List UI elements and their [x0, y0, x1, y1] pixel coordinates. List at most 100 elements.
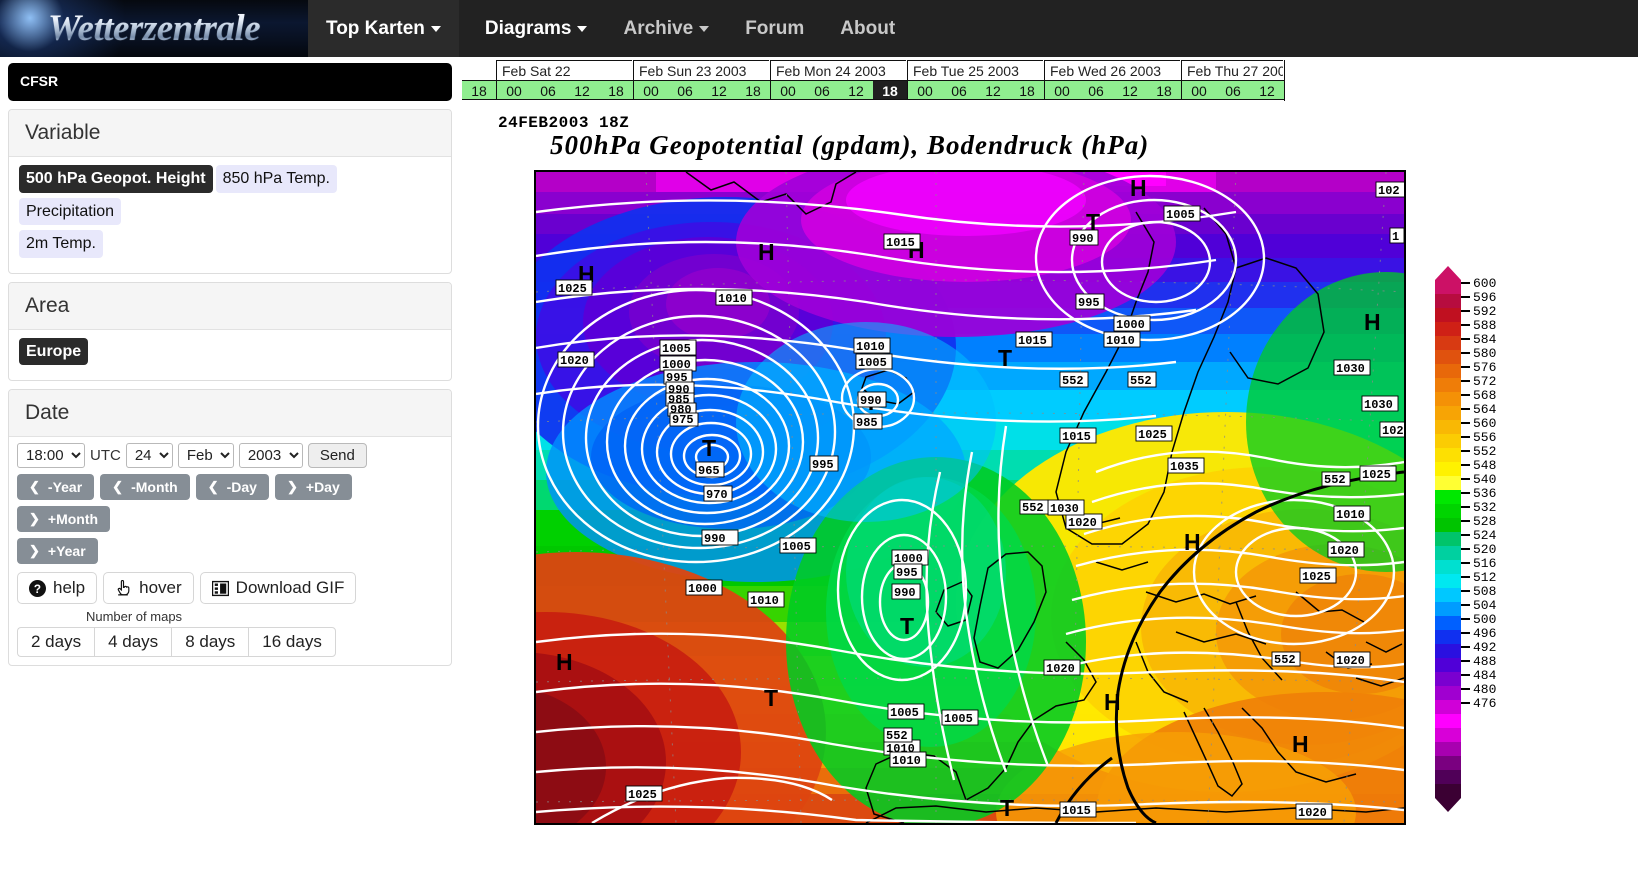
- month-select[interactable]: Feb: [177, 443, 234, 469]
- colorbar-tick: [1461, 576, 1470, 578]
- colorbar-tick-label: 552: [1473, 444, 1497, 459]
- svg-text:552: 552: [1274, 653, 1296, 667]
- colorbar-cell: [1435, 378, 1461, 392]
- svg-text:1015: 1015: [1018, 334, 1047, 348]
- maps-option-2-days[interactable]: 2 days: [17, 627, 95, 658]
- timeline-hour-cell[interactable]: 18: [736, 80, 770, 100]
- colorbar-cell: [1435, 644, 1461, 658]
- colorbar-tick-label: 484: [1473, 668, 1497, 683]
- nav-item-label: Diagrams: [484, 17, 572, 39]
- svg-text:1020: 1020: [1330, 544, 1359, 558]
- timeline-hour-cell[interactable]: 06: [1079, 80, 1113, 100]
- timeline-hour-cell[interactable]: 12: [976, 80, 1010, 100]
- low-marker: T: [900, 613, 914, 639]
- area-heading: Area: [9, 282, 451, 330]
- timeline-hour-cell[interactable]: 00: [1045, 80, 1079, 100]
- timeline-hour-cell[interactable]: 18: [599, 80, 633, 100]
- timeline-hour-cell[interactable]: 00: [497, 80, 531, 100]
- timeline-hour-cell[interactable]: 12: [1113, 80, 1147, 100]
- question-circle-icon: ?: [29, 579, 46, 597]
- weather-map-image[interactable]: H H H H H H H H H T T T T T T T 1025 102…: [534, 170, 1406, 825]
- plus-day-button[interactable]: ❯ +Day: [274, 474, 352, 501]
- high-marker: H: [1292, 731, 1309, 757]
- colorbar-tick: [1461, 520, 1470, 522]
- svg-text:1015: 1015: [886, 236, 915, 250]
- colorbar-tick: [1461, 352, 1470, 354]
- send-button[interactable]: Send: [307, 443, 367, 469]
- chevron-right-icon: ❯: [29, 511, 40, 527]
- nav-item-diagrams[interactable]: Diagrams: [467, 0, 606, 57]
- timeline-hour-cell-selected[interactable]: 18: [873, 80, 907, 100]
- site-logo[interactable]: Wetterzentrale: [0, 0, 308, 57]
- colorbar-tick-label: 496: [1473, 626, 1497, 641]
- plus-month-button[interactable]: ❯ +Month: [17, 506, 111, 533]
- map-graphic: H H H H H H H H H T T T T T T T 1025 102…: [536, 172, 1404, 823]
- colorbar-cell: [1435, 588, 1461, 602]
- svg-text:552: 552: [886, 729, 908, 743]
- nav-item-top-karten[interactable]: Top Karten: [308, 0, 459, 57]
- maps-option-16-days[interactable]: 16 days: [248, 627, 336, 658]
- action-label: hover: [139, 578, 182, 598]
- colorbar-tick: [1461, 590, 1470, 592]
- timeline-day-label: Feb Thu 27 2003: [1181, 60, 1283, 80]
- timeline-hour-cell[interactable]: 12: [1250, 80, 1284, 100]
- year-select[interactable]: 2003: [238, 443, 303, 469]
- colorbar-tick: [1461, 338, 1470, 340]
- colorbar-cell: [1435, 728, 1461, 742]
- maps-option-4-days[interactable]: 4 days: [94, 627, 172, 658]
- nav-item-archive[interactable]: Archive: [605, 0, 727, 57]
- timeline-hour-cell[interactable]: 12: [565, 80, 599, 100]
- download-gif-button[interactable]: Download GIF: [199, 572, 357, 605]
- day-select[interactable]: 24: [125, 443, 173, 469]
- chevron-down-icon: [577, 25, 588, 32]
- variable-option-2m-temp[interactable]: 2m Temp.: [19, 230, 103, 258]
- maps-option-8-days[interactable]: 8 days: [171, 627, 249, 658]
- nav-item-forum[interactable]: Forum: [727, 0, 822, 57]
- high-marker: H: [1104, 689, 1121, 715]
- colorbar-cell: [1435, 560, 1461, 574]
- area-option-europe[interactable]: Europe: [19, 337, 89, 366]
- timeline-hour-cell[interactable]: 12: [839, 80, 873, 100]
- hover-button[interactable]: hover: [103, 572, 194, 605]
- svg-text:970: 970: [706, 488, 728, 502]
- svg-text:1010: 1010: [718, 292, 747, 306]
- svg-text:975: 975: [672, 413, 694, 427]
- timeline-lead-hours: 18: [462, 80, 496, 100]
- svg-text:1025: 1025: [1362, 468, 1391, 482]
- svg-text:1020: 1020: [1068, 516, 1097, 530]
- timeline-hour-cell[interactable]: 18: [462, 80, 496, 100]
- low-marker: T: [998, 345, 1012, 371]
- variable-option-precipitation[interactable]: Precipitation: [19, 197, 122, 226]
- timeline-hour-cell[interactable]: 12: [702, 80, 736, 100]
- timeline-hour-cell[interactable]: 06: [531, 80, 565, 100]
- timeline-hour-cell[interactable]: 18: [1147, 80, 1181, 100]
- svg-text:1010: 1010: [856, 340, 885, 354]
- timeline-hour-cell[interactable]: 06: [1216, 80, 1250, 100]
- time-select[interactable]: 18:00: [17, 443, 85, 469]
- minus-month-button[interactable]: ❮ -Month: [100, 474, 190, 501]
- svg-text:990: 990: [860, 394, 882, 408]
- low-marker: T: [1000, 795, 1014, 821]
- variable-option-500hpa[interactable]: 500 hPa Geopot. Height: [19, 165, 213, 193]
- minus-year-button[interactable]: ❮ -Year: [17, 474, 95, 501]
- help-button[interactable]: ? help: [17, 572, 98, 605]
- colorbar-tick: [1461, 408, 1470, 410]
- timeline-hour-cell[interactable]: 00: [1182, 80, 1216, 100]
- timeline-hour-cell[interactable]: 06: [805, 80, 839, 100]
- timeline-hour-cell[interactable]: 00: [908, 80, 942, 100]
- timeline-hour-cell[interactable]: 00: [771, 80, 805, 100]
- timeline-hour-cell[interactable]: 06: [668, 80, 702, 100]
- plus-year-button[interactable]: ❯ +Year: [17, 538, 98, 565]
- colorbar-cell: [1435, 616, 1461, 630]
- nav-primary-group: Top Karten: [308, 0, 459, 57]
- timeline-hour-cell[interactable]: 06: [942, 80, 976, 100]
- nav-item-about[interactable]: About: [822, 0, 913, 57]
- timeline-hour-cell[interactable]: 00: [634, 80, 668, 100]
- variable-panel: Variable 500 hPa Geopot. Height 850 hPa T…: [8, 109, 452, 274]
- minus-day-button[interactable]: ❮ -Day: [195, 474, 269, 501]
- timeline-hour-cell[interactable]: 18: [1010, 80, 1044, 100]
- high-marker: H: [1184, 529, 1201, 555]
- variable-option-850hpa[interactable]: 850 hPa Temp.: [215, 165, 337, 193]
- timeline-day-hours: 00 06 12 18: [770, 80, 907, 100]
- svg-text:1005: 1005: [1166, 208, 1195, 222]
